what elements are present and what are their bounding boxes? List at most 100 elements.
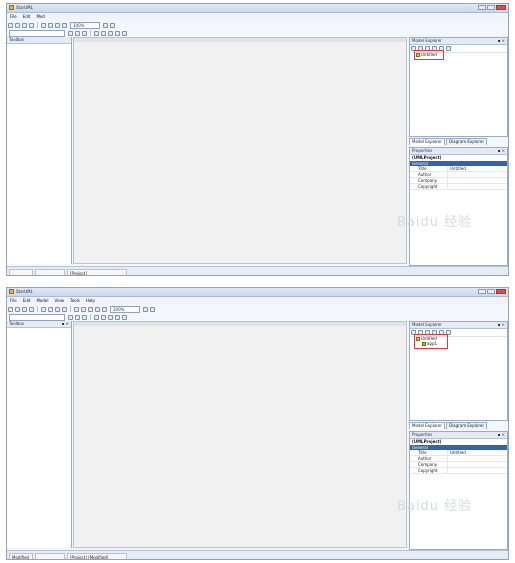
menu-file[interactable]: File xyxy=(7,13,20,20)
close-button[interactable] xyxy=(496,5,506,10)
window-title: StarUML xyxy=(16,289,33,294)
move-down-icon[interactable] xyxy=(446,46,451,51)
fill-color-icon[interactable] xyxy=(82,314,87,320)
properties-panel: Properties ▪ × (UMLProject) General Titl… xyxy=(409,147,508,266)
status-bar: Modified [Project] (Modified) xyxy=(7,550,508,559)
undo-icon[interactable] xyxy=(41,22,46,28)
zoom-in-icon[interactable] xyxy=(103,22,108,28)
baidu-watermark: Baidu 经验 xyxy=(397,215,473,230)
open-icon[interactable] xyxy=(15,22,20,28)
property-value[interactable] xyxy=(448,462,450,467)
zoom-in-icon[interactable] xyxy=(143,306,148,312)
suppress-icon[interactable] xyxy=(122,314,127,320)
diagram-tab-strip xyxy=(74,38,406,42)
send-back-icon[interactable] xyxy=(115,314,120,320)
property-value[interactable] xyxy=(448,184,450,189)
panel-pin-icon[interactable]: ▪ × xyxy=(62,321,69,327)
menu-edit[interactable]: Edit xyxy=(20,13,34,20)
menu-model[interactable]: Mod xyxy=(33,13,47,20)
line-style-icon[interactable] xyxy=(94,314,99,320)
property-value[interactable] xyxy=(448,178,450,183)
arrange-icon[interactable] xyxy=(101,314,106,320)
redo-icon[interactable] xyxy=(81,306,86,312)
zoom-out-icon[interactable] xyxy=(150,306,155,312)
maximize-button[interactable] xyxy=(487,289,495,294)
suppress-icon[interactable] xyxy=(122,30,127,36)
print-icon[interactable] xyxy=(29,306,34,312)
property-value[interactable]: Untitled xyxy=(448,166,466,171)
layout-icon[interactable] xyxy=(102,306,107,312)
maximize-button[interactable] xyxy=(487,5,495,10)
send-back-icon[interactable] xyxy=(115,30,120,36)
staruml-app-icon xyxy=(9,289,14,294)
tab-model-explorer[interactable]: Model Explorer xyxy=(409,138,445,145)
status-bar: [Project] xyxy=(7,266,508,275)
font-combo[interactable] xyxy=(9,29,65,37)
baidu-watermark: Baidu 经验 xyxy=(397,499,473,514)
layout-icon[interactable] xyxy=(62,22,67,28)
copy-icon[interactable] xyxy=(48,306,53,312)
screenshot-after: StarUML File Edit Model View Tools Help … xyxy=(6,287,509,560)
right-panels: Model Explorer ▪ × Untitled app1 Model E… xyxy=(397,321,508,558)
fill-color-icon[interactable] xyxy=(82,30,87,36)
line-color-icon[interactable] xyxy=(75,314,80,320)
model-explorer-label: Model Explorer xyxy=(412,38,442,43)
status-context: [Project] xyxy=(67,268,127,275)
line-color-icon[interactable] xyxy=(75,30,80,36)
property-value[interactable] xyxy=(448,172,450,177)
menu-view[interactable]: View xyxy=(51,297,67,304)
bring-front-icon[interactable] xyxy=(108,314,113,320)
property-row[interactable]: Copyright xyxy=(410,184,507,190)
zoom-combo[interactable]: 100% xyxy=(70,21,100,29)
property-row[interactable]: Copyright xyxy=(410,468,507,474)
window-controls xyxy=(478,289,506,295)
save-icon[interactable] xyxy=(22,306,27,312)
property-value[interactable] xyxy=(448,468,450,473)
diagram-canvas[interactable] xyxy=(73,321,407,548)
panel-pin-icon[interactable]: ▪ × xyxy=(498,322,505,328)
status-empty xyxy=(35,268,65,275)
arrange-icon[interactable] xyxy=(101,30,106,36)
print-icon[interactable] xyxy=(29,22,34,28)
zoom-combo[interactable]: 100% xyxy=(110,305,140,313)
align-icon[interactable] xyxy=(95,306,100,312)
tab-diagram-explorer[interactable]: Diagram Explorer xyxy=(445,422,488,429)
line-style-icon[interactable] xyxy=(94,30,99,36)
diagram-canvas[interactable] xyxy=(73,37,407,264)
zoom-out-icon[interactable] xyxy=(110,22,115,28)
delete-icon[interactable] xyxy=(62,306,67,312)
bring-front-icon[interactable] xyxy=(108,30,113,36)
paste-icon[interactable] xyxy=(55,306,60,312)
align-icon[interactable] xyxy=(55,22,60,28)
highlight-box xyxy=(414,334,448,349)
pointer-icon[interactable] xyxy=(68,314,73,320)
pointer-icon[interactable] xyxy=(68,30,73,36)
new-icon[interactable] xyxy=(8,306,13,312)
minimize-button[interactable] xyxy=(478,5,486,10)
toolbox-label: Toolbox xyxy=(9,37,24,42)
find-icon[interactable] xyxy=(88,306,93,312)
menu-tools[interactable]: Tools xyxy=(67,297,83,304)
panel-pin-icon[interactable]: ▪ × xyxy=(498,148,505,154)
undo-icon[interactable] xyxy=(74,306,79,312)
close-button[interactable] xyxy=(496,289,506,294)
cut-icon[interactable] xyxy=(41,306,46,312)
tab-diagram-explorer[interactable]: Diagram Explorer xyxy=(445,138,488,145)
menu-edit[interactable]: Edit xyxy=(20,297,34,304)
model-explorer-header: Model Explorer ▪ × xyxy=(410,322,507,329)
property-value[interactable] xyxy=(448,456,450,461)
find-icon[interactable] xyxy=(48,22,53,28)
menu-file[interactable]: File xyxy=(7,297,20,304)
minimize-button[interactable] xyxy=(478,289,486,294)
new-icon[interactable] xyxy=(8,22,13,28)
toolbox-header: Toolbox xyxy=(7,37,71,44)
menu-model[interactable]: Model xyxy=(33,297,51,304)
font-combo[interactable] xyxy=(9,313,65,321)
panel-pin-icon[interactable]: ▪ × xyxy=(498,432,505,438)
open-icon[interactable] xyxy=(15,306,20,312)
menu-help[interactable]: Help xyxy=(83,297,98,304)
tab-model-explorer[interactable]: Model Explorer xyxy=(409,422,445,429)
panel-pin-icon[interactable]: ▪ × xyxy=(498,38,505,44)
property-value[interactable]: Untitled xyxy=(448,450,466,455)
save-icon[interactable] xyxy=(22,22,27,28)
